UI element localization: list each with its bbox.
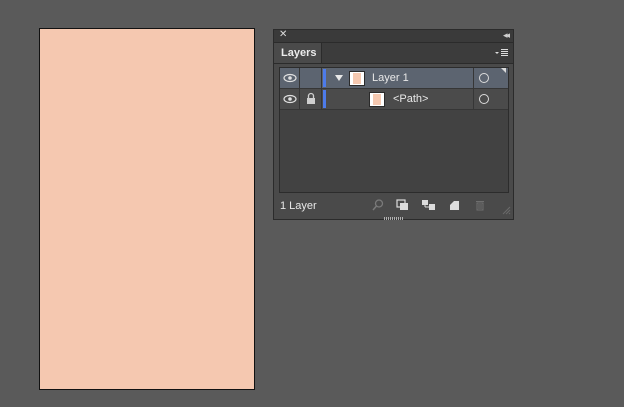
- thumbnail-fill: [353, 73, 361, 84]
- layer-name[interactable]: Layer 1: [372, 68, 409, 88]
- lock-toggle[interactable]: [300, 68, 322, 88]
- trash-icon[interactable]: [472, 198, 488, 212]
- artboard-rectangle[interactable]: [39, 28, 255, 390]
- layers-panel: ✕ ◂◂ Layers Layer 1 <Path> 1 Layer: [273, 29, 514, 220]
- target-column-divider: [473, 89, 474, 109]
- target-circle-icon[interactable]: [479, 94, 489, 104]
- search-icon[interactable]: [370, 198, 386, 212]
- layer-color-indicator: [323, 90, 326, 108]
- clipping-mask-icon[interactable]: [394, 198, 410, 212]
- visibility-toggle[interactable]: [280, 89, 300, 109]
- target-circle-icon[interactable]: [479, 73, 489, 83]
- panel-tab-row: Layers: [274, 43, 513, 64]
- layer-row-path[interactable]: <Path>: [280, 89, 508, 110]
- layer-color-indicator: [323, 69, 326, 87]
- lock-icon: [307, 92, 315, 104]
- tab-layers[interactable]: Layers: [274, 43, 322, 63]
- layer-thumbnail: [349, 71, 365, 86]
- target-column-divider: [473, 68, 474, 88]
- collapse-icon[interactable]: ◂◂: [503, 29, 510, 41]
- panel-menu-icon[interactable]: [495, 47, 509, 59]
- thumbnail-fill: [373, 94, 381, 105]
- eye-icon: [283, 73, 297, 83]
- resize-grip-icon[interactable]: [501, 205, 511, 215]
- layer-row-layer-1[interactable]: Layer 1: [280, 68, 508, 89]
- new-layer-icon[interactable]: [446, 198, 462, 212]
- panel-resize-handle[interactable]: [384, 217, 404, 220]
- new-sublayer-icon[interactable]: [420, 198, 436, 212]
- panel-footer: 1 Layer: [274, 196, 513, 216]
- disclosure-triangle-icon[interactable]: [335, 75, 343, 81]
- path-name[interactable]: <Path>: [393, 89, 428, 109]
- layers-list: Layer 1 <Path>: [279, 67, 509, 193]
- layer-count: 1 Layer: [280, 200, 317, 212]
- path-thumbnail: [369, 92, 385, 107]
- close-icon[interactable]: ✕: [279, 29, 287, 41]
- selection-indicator-icon: [501, 68, 506, 73]
- lock-toggle[interactable]: [300, 89, 322, 109]
- visibility-toggle[interactable]: [280, 68, 300, 88]
- eye-icon: [283, 94, 297, 104]
- panel-titlebar[interactable]: ✕ ◂◂: [274, 29, 513, 43]
